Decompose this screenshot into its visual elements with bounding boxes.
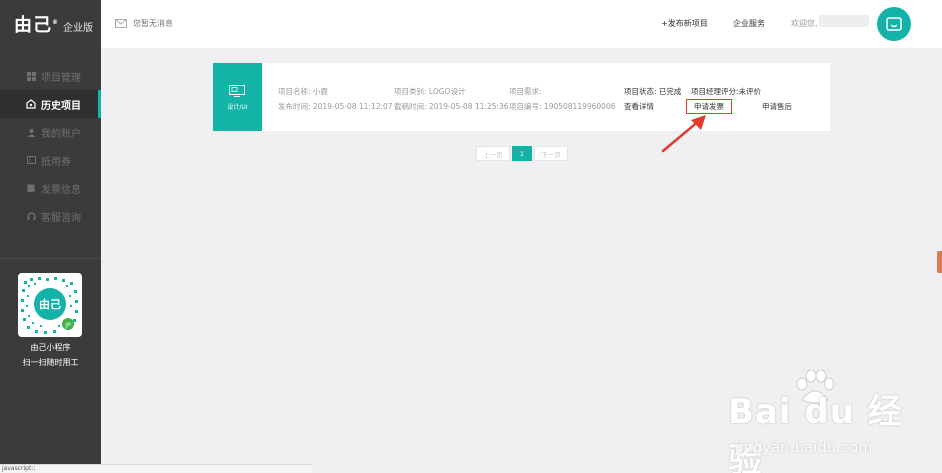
prev-page-button[interactable]: 上一页	[476, 146, 510, 161]
enterprise-service-link[interactable]: 企业服务	[733, 18, 765, 29]
manager-rating: 项目经理评分:未评价	[691, 87, 762, 96]
category-block: 设计/UI	[213, 63, 262, 131]
sidebar-item-history-projects[interactable]: 历史项目	[0, 90, 101, 118]
top-bar: 您暂无消息 +发布新项目 企业服务 欢迎您,	[101, 0, 942, 48]
sidebar-item-invoice-info[interactable]: 发票信息	[0, 174, 101, 202]
project-status: 项目状态: 已完成	[624, 87, 682, 96]
username-redacted	[819, 15, 869, 27]
project-requirement: 项目需求:	[509, 87, 542, 96]
apply-aftersale-link[interactable]: 申请售后	[762, 101, 792, 112]
brand-edition: 企业版	[63, 22, 93, 34]
category-label: 设计/UI	[227, 104, 248, 111]
user-icon	[26, 127, 36, 137]
coupon-icon	[26, 155, 36, 165]
svg-text:JP: JP	[64, 322, 71, 329]
baidu-jingyan-watermark: Bai du 经验 jingyan.baidu.com	[720, 370, 930, 473]
floating-side-tab[interactable]	[937, 251, 942, 273]
sidebar-nav: 项目管理 历史项目 我的账户 抵用券 发票信息 客服咨询	[0, 62, 101, 230]
sidebar-item-customer-service[interactable]: 客服咨询	[0, 202, 101, 230]
sidebar-item-project-management[interactable]: 项目管理	[0, 62, 101, 90]
svg-text:由己: 由己	[39, 297, 61, 311]
page-1-button[interactable]: 1	[512, 146, 532, 161]
project-type: 项目类别: LOGO设计	[394, 87, 466, 96]
qr-caption-title: 由己小程序	[30, 343, 71, 352]
sidebar-item-label: 发票信息	[41, 184, 81, 196]
project-name: 项目名称: 小鹿	[278, 87, 328, 96]
publish-new-project-link[interactable]: +发布新项目	[661, 18, 708, 29]
message-notice[interactable]: 您暂无消息	[115, 18, 173, 29]
pagination: 上一页 1 下一页	[476, 146, 568, 161]
qr-caption-subtitle: 扫一扫随时用工	[22, 358, 79, 367]
next-page-button[interactable]: 下一页	[534, 146, 568, 161]
sidebar-item-coupons[interactable]: 抵用券	[0, 146, 101, 174]
brand-logo: 由己®	[14, 15, 59, 36]
sidebar-item-label: 抵用券	[41, 156, 71, 168]
sidebar-item-label: 我的账户	[41, 128, 81, 140]
monitor-icon	[229, 85, 245, 97]
history-icon	[26, 99, 36, 109]
project-number: 项目编号: 190508119960006	[509, 102, 616, 111]
watermark-main: Bai du 经验	[728, 392, 903, 473]
invoice-icon	[26, 183, 36, 193]
brand[interactable]: 由己® 企业版	[0, 0, 101, 48]
welcome-text: 欢迎您,	[791, 19, 818, 28]
deadline-time: 截稿时间: 2019-05-08 11:25:36	[394, 102, 509, 111]
project-card: 设计/UI	[213, 63, 830, 131]
browser-status-bar: javascript:;	[0, 464, 312, 473]
headset-icon	[26, 211, 36, 221]
message-text: 您暂无消息	[133, 19, 173, 28]
sidebar-item-my-account[interactable]: 我的账户	[0, 118, 101, 146]
mini-program-qr-code: 由己 JP	[18, 273, 82, 337]
grid-icon	[26, 71, 36, 81]
publish-time: 发布时间: 2019-05-08 11:12:07	[278, 102, 393, 111]
annotation-arrow	[661, 115, 706, 153]
sidebar-item-label: 项目管理	[41, 72, 81, 84]
view-details-link[interactable]: 查看详情	[624, 101, 654, 112]
sidebar-item-label: 历史项目	[41, 100, 81, 112]
sidebar-divider	[0, 258, 101, 259]
avatar[interactable]	[877, 7, 911, 41]
watermark-url: jingyan.baidu.com	[735, 440, 873, 456]
envelope-icon	[115, 19, 127, 28]
avatar-face-icon	[886, 17, 902, 31]
sidebar-item-label: 客服咨询	[41, 212, 81, 224]
sidebar: 由己® 企业版 项目管理 历史项目 我的账户 抵用券 发票信息 客服咨询 由己 …	[0, 0, 101, 473]
